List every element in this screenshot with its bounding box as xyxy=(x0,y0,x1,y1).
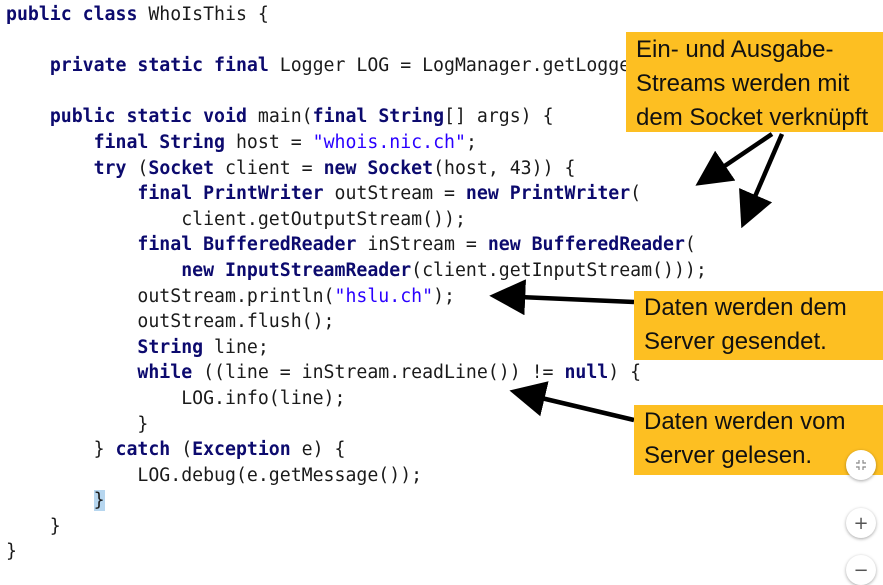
code-text: } xyxy=(6,515,61,537)
callout-text: Streams werden mit xyxy=(636,70,850,97)
code-text: client = xyxy=(214,157,324,179)
arrow-to-bufferedreader xyxy=(739,133,785,229)
code-line: public class WhoIsThis { xyxy=(6,2,707,28)
code-line: new InputStreamReader(client.getInputStr… xyxy=(6,258,707,284)
code-text: main( xyxy=(246,106,313,128)
code-text: line; xyxy=(203,336,269,358)
code-text: } xyxy=(6,541,17,563)
code-text: LOG.debug(e.getMessage()); xyxy=(6,464,423,486)
code-text: host = xyxy=(225,131,313,153)
code-keyword: Socket xyxy=(148,157,215,179)
zoom-out-button[interactable]: − xyxy=(846,555,876,585)
code-text: client.getOutputStream()); xyxy=(6,208,466,230)
code-text: ((line = inStream.readLine()) != xyxy=(192,362,565,384)
code-line: LOG.debug(e.getMessage()); xyxy=(6,463,707,489)
arrow-to-printwriter xyxy=(695,132,774,186)
code-line: String line; xyxy=(6,335,707,361)
code-keyword: final String xyxy=(93,131,226,153)
code-line: LOG.info(line); xyxy=(6,386,707,412)
callout-text: Daten werden vom xyxy=(644,408,846,435)
code-keyword: new BufferedReader xyxy=(487,234,685,256)
code-text: ( xyxy=(684,234,696,256)
code-text: ); xyxy=(433,285,455,307)
code-keyword: new InputStreamReader xyxy=(181,259,412,281)
code-line: } xyxy=(6,539,707,565)
code-line: try (Socket client = new Socket(host, 43… xyxy=(6,156,707,182)
code-text: (client.getInputStream())); xyxy=(411,259,707,281)
code-keyword: final PrintWriter xyxy=(137,183,324,205)
code-line: final String host = "whois.nic.ch"; xyxy=(6,130,707,156)
code-keyword: private static final xyxy=(49,55,269,77)
code-text: ; xyxy=(465,131,477,153)
callout-send: Daten werden dem Server gesendet. xyxy=(634,291,883,360)
callout-text: Server gesendet. xyxy=(644,328,827,355)
code-line: } xyxy=(6,514,707,540)
fit-to-screen-button[interactable] xyxy=(846,450,876,480)
code-text: ( xyxy=(170,439,193,461)
callout-text: Daten werden dem xyxy=(644,294,847,321)
code-text: } xyxy=(6,439,116,461)
code-keyword: Exception xyxy=(192,439,291,461)
code-keyword: public static void xyxy=(49,106,247,128)
callout-streams: Ein- und Ausgabe- Streams werden mit dem… xyxy=(626,32,883,132)
code-text: outStream = xyxy=(323,183,466,205)
code-text: WhoIsThis { xyxy=(137,4,269,25)
code-keyword: new PrintWriter xyxy=(465,183,631,205)
callout-text: Server gelesen. xyxy=(644,442,813,469)
code-keyword: public class xyxy=(6,4,138,25)
callout-text: Ein- und Ausgabe- xyxy=(636,36,834,63)
code-line: } xyxy=(6,412,707,438)
code-bracket-highlight: } xyxy=(93,490,105,512)
code-text: } xyxy=(6,413,149,435)
code-keyword: try xyxy=(93,157,127,179)
code-line: } catch (Exception e) { xyxy=(6,437,707,463)
code-keyword: new Socket xyxy=(323,157,434,179)
code-text: LOG.info(line); xyxy=(6,387,346,409)
code-line: outStream.flush(); xyxy=(6,309,707,335)
code-text: ) { xyxy=(608,362,642,384)
code-line: client.getOutputStream()); xyxy=(6,207,707,233)
code-line: private static final Logger LOG = LogMan… xyxy=(6,53,707,79)
code-line: final BufferedReader inStream = new Buff… xyxy=(6,232,707,258)
code-keyword: final BufferedReader xyxy=(137,234,357,256)
code-text: (host, 43)) { xyxy=(433,157,576,179)
code-line: outStream.println("hslu.ch"); xyxy=(6,284,707,310)
code-text: e) { xyxy=(290,439,346,461)
code-keyword: catch xyxy=(115,439,171,461)
code-keyword: final String xyxy=(312,106,445,128)
callout-text: dem Socket verknüpft xyxy=(636,104,869,131)
code-listing: public class WhoIsThis { private static … xyxy=(6,2,707,565)
code-text: ( xyxy=(630,183,642,205)
code-text: outStream.println( xyxy=(6,285,335,307)
code-keyword: String xyxy=(137,336,204,358)
code-string: "hslu.ch" xyxy=(334,285,434,307)
code-text: ( xyxy=(126,157,149,179)
code-line: while ((line = inStream.readLine()) != n… xyxy=(6,360,707,386)
code-text: inStream = xyxy=(356,234,488,256)
code-line: public static void main(final String[] a… xyxy=(6,104,707,130)
code-line: final PrintWriter outStream = new PrintW… xyxy=(6,181,707,207)
fit-to-screen-icon xyxy=(856,460,866,470)
code-text: [] args) { xyxy=(444,106,554,128)
code-string: "whois.nic.ch" xyxy=(312,131,466,153)
code-text: outStream.flush(); xyxy=(6,311,335,333)
code-keyword: while xyxy=(137,362,193,384)
zoom-in-button[interactable]: + xyxy=(846,508,876,538)
code-keyword: null xyxy=(564,362,609,384)
code-line: } xyxy=(6,488,707,514)
code-text: Logger LOG = LogManager.getLogger( xyxy=(268,55,653,77)
